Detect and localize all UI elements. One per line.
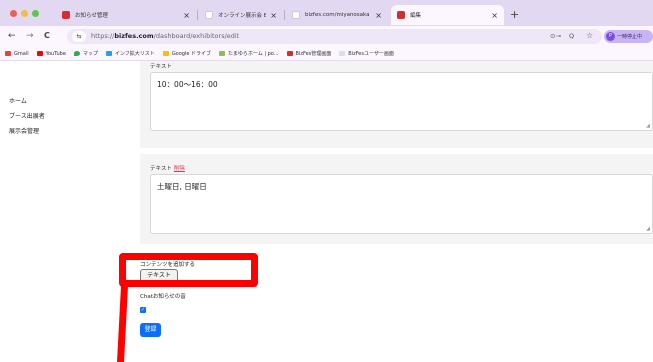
twitter-bird-icon	[105, 51, 112, 56]
youtube-icon	[36, 51, 43, 56]
password-key-icon[interactable]: ⊙⊸	[550, 31, 561, 42]
bookmark-bizfes-admin[interactable]: BizFes管理画面	[286, 50, 332, 57]
close-tab-icon[interactable]: ×	[491, 11, 498, 20]
browser-tab[interactable]: オンライン展示会 BizFes（ビズ ×	[199, 5, 283, 25]
field-label: テキスト 削除	[150, 164, 185, 172]
bookmark-google-drive[interactable]: Google ドライブ	[162, 50, 212, 57]
blank-page-icon	[339, 51, 346, 56]
bizfes-favicon-icon	[397, 11, 405, 19]
profile-status-label: 一時停止中	[617, 34, 643, 40]
url-domain: bizfes.com	[114, 32, 154, 40]
bookmark-label: Gmail	[14, 50, 29, 57]
submit-button[interactable]: 登録	[140, 323, 161, 337]
close-tab-icon[interactable]: ×	[183, 11, 190, 20]
bookmark-label: BizFesユーザー画面	[348, 51, 394, 57]
field-label-text: テキスト	[150, 64, 172, 70]
bookmark-label: インフ拡大リスト	[114, 51, 155, 57]
close-window-button[interactable]	[10, 10, 17, 17]
tab-title: 編集	[410, 13, 422, 19]
tab-title: オンライン展示会 BizFes（ビズ	[218, 13, 267, 19]
textarea-value: 10：00〜16：00	[157, 80, 218, 89]
bookmark-star-icon[interactable]: ☆	[586, 30, 593, 41]
chat-notify-label: Chatお知らせの音	[140, 294, 186, 300]
field-label-text: テキスト	[150, 166, 172, 172]
annotation-highlight-box	[119, 253, 258, 287]
bookmark-label: マップ	[82, 51, 98, 57]
bookmark-maps[interactable]: マップ	[73, 50, 98, 57]
text-content-card: テキスト 削除 土曜日, 日曜日 ◢	[140, 154, 653, 244]
sidebar-item-booth-exhibitors[interactable]: ブース出展者	[9, 111, 45, 120]
address-bar[interactable]: ⇆ https://bizfes.com/dashboard/exhibitor…	[67, 29, 602, 44]
browser-toolbar: ← → C ⇆ https://bizfes.com/dashboard/exh…	[0, 26, 653, 47]
tab-divider	[197, 10, 198, 20]
bookmark-bizfes-user[interactable]: BizFesユーザー画面	[339, 50, 394, 57]
gmail-icon	[5, 51, 11, 56]
text-content-card: テキスト 10：00〜16：00 ◢	[140, 61, 653, 148]
blank-favicon-icon	[292, 11, 300, 19]
delete-link[interactable]: 削除	[174, 166, 185, 172]
tab-divider	[284, 10, 285, 20]
chat-notify-checkbox[interactable]: ✓	[140, 307, 146, 313]
forward-arrow-icon[interactable]: →	[26, 30, 34, 42]
blank-favicon-icon	[205, 11, 213, 19]
browser-tab[interactable]: お知らせ管理 ×	[56, 5, 196, 25]
profile-avatar: P	[606, 32, 615, 41]
bookmark-gmail[interactable]: Gmail	[5, 51, 29, 57]
close-tab-icon[interactable]: ×	[270, 11, 277, 20]
new-tab-icon[interactable]: +	[510, 8, 519, 21]
browser-tab-active[interactable]: 編集 ×	[391, 5, 504, 25]
bookmark-influencer-list[interactable]: インフ拡大リスト	[105, 50, 155, 57]
main-content: テキスト 10：00〜16：00 ◢ テキスト 削除 土曜日, 日曜日 ◢ コンテ…	[115, 61, 653, 362]
tab-title: お知らせ管理	[75, 13, 108, 19]
tab-title: bizfes.com/miyanosaka	[305, 12, 370, 18]
tamayura-icon	[219, 51, 226, 56]
bookmark-label: Google ドライブ	[171, 51, 212, 57]
back-arrow-icon[interactable]: ←	[8, 30, 16, 42]
bookmark-youtube[interactable]: YouTube	[36, 50, 66, 57]
url-path: /dashboard/exhibitors/edit	[153, 32, 240, 40]
resize-handle-icon[interactable]: ◢	[646, 226, 650, 232]
url-prefix: https://	[91, 32, 115, 40]
url-text[interactable]: https://bizfes.com/dashboard/exhibitors/…	[91, 31, 239, 42]
map-pin-icon	[73, 51, 80, 56]
google-drive-icon	[162, 51, 169, 56]
minimize-window-button[interactable]	[21, 10, 28, 17]
bizfes-favicon-icon	[62, 11, 70, 19]
sidebar: ホーム ブース出展者 展示会管理	[0, 61, 115, 362]
field-label: テキスト	[150, 62, 174, 70]
text-content-textarea[interactable]: 土曜日, 日曜日 ◢	[150, 174, 653, 234]
browser-tab[interactable]: bizfes.com/miyanosaka ×	[286, 5, 388, 25]
browser-tab-strip: お知らせ管理 × オンライン展示会 BizFes（ビズ × bizfes.com…	[0, 0, 653, 26]
bookmark-label: たまゆらホーム | po...	[228, 51, 279, 57]
close-tab-icon[interactable]: ×	[375, 11, 382, 20]
maximize-window-button[interactable]	[32, 10, 39, 17]
bookmarks-bar: Gmail YouTube マップ インフ拡大リスト Google ドライブ た…	[0, 47, 653, 61]
textarea-value: 土曜日, 日曜日	[157, 182, 207, 191]
text-content-textarea[interactable]: 10：00〜16：00 ◢	[150, 72, 653, 131]
site-info-icon[interactable]: ⇆	[72, 31, 86, 42]
bookmark-label: BizFes管理画面	[295, 51, 332, 57]
resize-handle-icon[interactable]: ◢	[646, 123, 650, 129]
bookmark-label: YouTube	[45, 50, 66, 57]
zoom-icon[interactable]: Q	[569, 31, 574, 42]
sidebar-item-home[interactable]: ホーム	[9, 96, 27, 105]
reload-icon[interactable]: C	[44, 30, 50, 42]
bizfes-icon	[286, 51, 293, 56]
profile-button[interactable]: P 一時停止中	[604, 30, 653, 43]
sidebar-item-exhibition-management[interactable]: 展示会管理	[9, 126, 39, 135]
bookmark-tamayura-home[interactable]: たまゆらホーム | po...	[219, 50, 279, 57]
